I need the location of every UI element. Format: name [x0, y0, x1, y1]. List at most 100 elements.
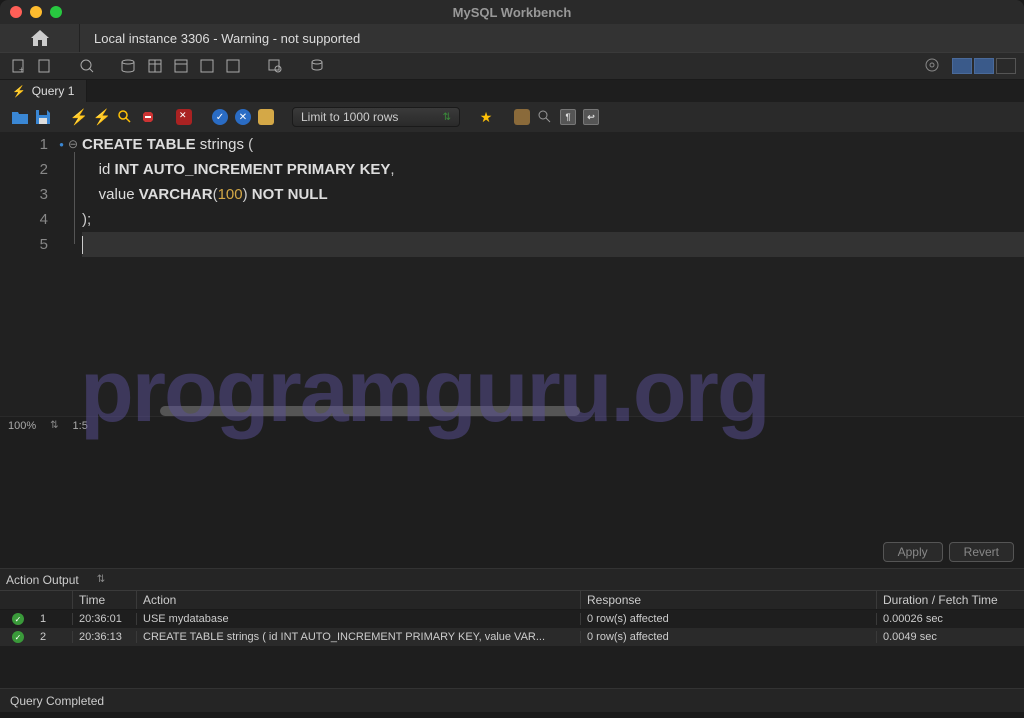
code-line: id INT AUTO_INCREMENT PRIMARY KEY, [82, 157, 1024, 182]
cancel-icon[interactable] [174, 107, 194, 127]
status-bar: Query Completed [0, 688, 1024, 712]
row-response: 0 row(s) affected [580, 631, 876, 643]
commit-icon[interactable]: ✓ [210, 107, 230, 127]
new-sql-tab-icon[interactable]: + [8, 55, 30, 77]
output-filler [0, 646, 1024, 688]
create-function-icon[interactable] [222, 55, 244, 77]
code-line: ); [82, 207, 1024, 232]
editor-toolbar: ⚡ ⚡ ✓ ✕ Limit to 1000 rows ⇅ ★ ¶ ↩ [0, 102, 1024, 132]
sql-editor[interactable]: 1 2 3 4 5 CREATE TABLE strings ( id INT … [0, 132, 1024, 416]
wrap-icon[interactable]: ↩ [581, 107, 601, 127]
connection-tab-label: Local instance 3306 - Warning - not supp… [94, 31, 360, 46]
row-action: USE mydatabase [136, 613, 580, 625]
gutter-line: 3 [0, 182, 78, 207]
row-time: 20:36:01 [72, 613, 136, 625]
favorites-icon[interactable]: ★ [476, 107, 496, 127]
output-selector-bar: Action Output ⇅ [0, 568, 1024, 590]
stop-icon[interactable] [138, 107, 158, 127]
open-file-icon[interactable] [10, 107, 30, 127]
query-tab-label: Query 1 [32, 84, 75, 98]
col-action-header[interactable]: Action [136, 591, 580, 609]
row-num: 1 [36, 613, 72, 625]
success-icon: ✓ [12, 613, 24, 625]
execute-current-icon[interactable]: ⚡ [92, 107, 112, 127]
output-arrows-icon[interactable]: ⇅ [97, 574, 105, 585]
gutter-line: 2 [0, 157, 78, 182]
success-icon: ✓ [12, 631, 24, 643]
inspector-icon[interactable] [76, 55, 98, 77]
editor-status-bar: 100% ⇅ 1:5 [0, 416, 1024, 434]
open-sql-file-icon[interactable] [34, 55, 56, 77]
output-rows: ✓ 1 20:36:01 USE mydatabase 0 row(s) aff… [0, 610, 1024, 646]
row-time: 20:36:13 [72, 631, 136, 643]
zoom-level[interactable]: 100% [8, 420, 36, 432]
explain-icon[interactable] [115, 107, 135, 127]
traffic-lights [0, 6, 62, 18]
editor-gutter: 1 2 3 4 5 [0, 132, 78, 416]
results-area: Apply Revert [0, 434, 1024, 568]
window-title: MySQL Workbench [453, 5, 572, 20]
bottom-panel-toggle[interactable] [974, 58, 994, 74]
left-panel-toggle[interactable] [952, 58, 972, 74]
row-limit-select[interactable]: Limit to 1000 rows ⇅ [292, 107, 460, 127]
connection-tab[interactable]: Local instance 3306 - Warning - not supp… [80, 24, 1024, 52]
code-line: CREATE TABLE strings ( [82, 132, 1024, 157]
execute-icon[interactable]: ⚡ [69, 107, 89, 127]
apply-button[interactable]: Apply [883, 542, 943, 562]
output-row[interactable]: ✓ 2 20:36:13 CREATE TABLE strings ( id I… [0, 628, 1024, 646]
autocommit-icon[interactable] [256, 107, 276, 127]
minimize-window-button[interactable] [30, 6, 42, 18]
select-arrows-icon: ⇅ [443, 112, 451, 123]
create-procedure-icon[interactable] [196, 55, 218, 77]
create-table-icon[interactable] [144, 55, 166, 77]
search-table-icon[interactable] [264, 55, 286, 77]
col-response-header[interactable]: Response [580, 591, 876, 609]
code-line: value VARCHAR(100) NOT NULL [82, 182, 1024, 207]
code-area[interactable]: CREATE TABLE strings ( id INT AUTO_INCRE… [78, 132, 1024, 416]
fold-line [74, 152, 75, 244]
output-row[interactable]: ✓ 1 20:36:01 USE mydatabase 0 row(s) aff… [0, 610, 1024, 628]
row-num: 2 [36, 631, 72, 643]
svg-text:+: + [19, 65, 24, 74]
save-file-icon[interactable] [33, 107, 53, 127]
output-type-label[interactable]: Action Output [6, 573, 79, 587]
apply-revert-buttons: Apply Revert [883, 542, 1014, 562]
cursor-position: 1:5 [73, 420, 88, 432]
create-view-icon[interactable] [170, 55, 192, 77]
lightning-icon: ⚡ [12, 85, 26, 98]
output-header: Time Action Response Duration / Fetch Ti… [0, 590, 1024, 610]
row-action: CREATE TABLE strings ( id INT AUTO_INCRE… [136, 631, 580, 643]
home-tab[interactable] [0, 24, 80, 52]
revert-button[interactable]: Revert [949, 542, 1014, 562]
reconnect-icon[interactable] [306, 55, 328, 77]
right-panel-toggle[interactable] [996, 58, 1016, 74]
main-toolbar: + [0, 52, 1024, 80]
maximize-window-button[interactable] [50, 6, 62, 18]
horizontal-scrollbar[interactable] [160, 406, 580, 416]
close-window-button[interactable] [10, 6, 22, 18]
zoom-arrows-icon[interactable]: ⇅ [50, 420, 58, 431]
row-duration: 0.0049 sec [876, 631, 1024, 643]
beautify-icon[interactable] [512, 107, 532, 127]
gutter-line: 4 [0, 207, 78, 232]
gutter-line: 5 [0, 232, 78, 257]
settings-icon[interactable] [924, 57, 942, 75]
gutter-line: 1 [0, 132, 78, 157]
code-line [82, 232, 1024, 257]
create-schema-icon[interactable] [118, 55, 140, 77]
find-icon[interactable] [535, 107, 555, 127]
col-time-header[interactable]: Time [72, 591, 136, 609]
col-duration-header[interactable]: Duration / Fetch Time [876, 591, 1024, 609]
rollback-icon[interactable]: ✕ [233, 107, 253, 127]
row-response: 0 row(s) affected [580, 613, 876, 625]
row-limit-label: Limit to 1000 rows [301, 110, 398, 124]
query-tab-1[interactable]: ⚡ Query 1 [0, 80, 87, 102]
connection-tab-bar: Local instance 3306 - Warning - not supp… [0, 24, 1024, 52]
col-status [0, 591, 36, 609]
paragraph-icon[interactable]: ¶ [558, 107, 578, 127]
title-bar: MySQL Workbench [0, 0, 1024, 24]
row-duration: 0.00026 sec [876, 613, 1024, 625]
query-tabs: ⚡ Query 1 [0, 80, 1024, 102]
status-text: Query Completed [10, 694, 104, 708]
col-num [36, 591, 72, 609]
